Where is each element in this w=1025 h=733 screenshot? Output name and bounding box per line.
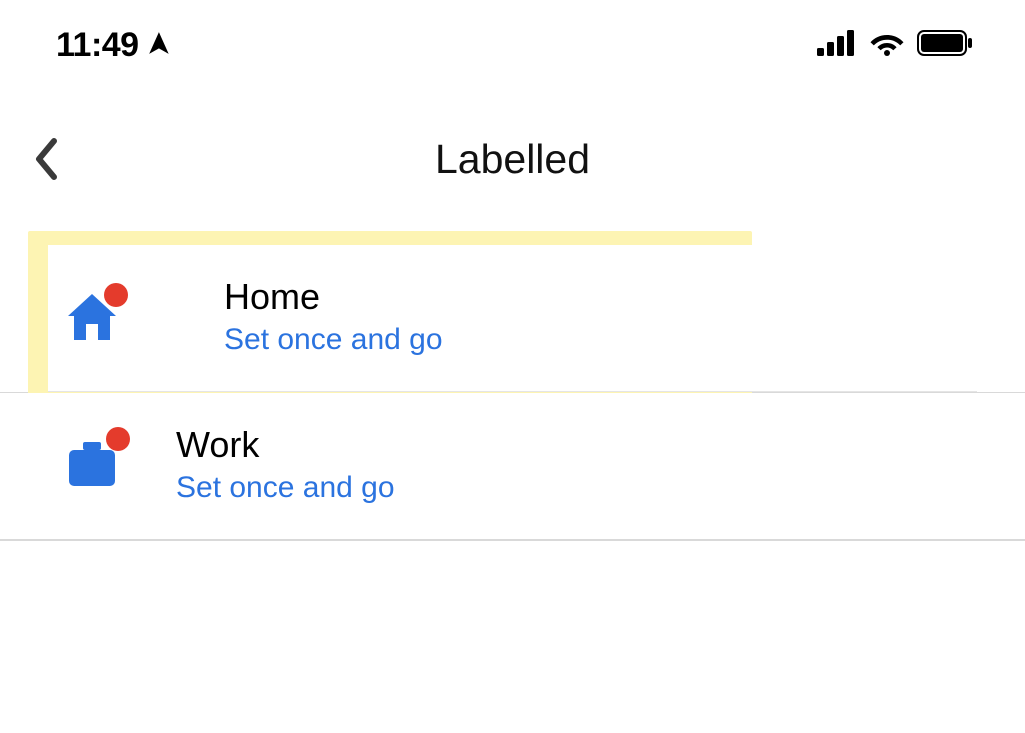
header: Labelled — [0, 131, 1025, 187]
wifi-icon — [869, 30, 905, 61]
row-icon-slot — [48, 289, 224, 345]
chevron-left-icon — [34, 138, 58, 180]
cellular-icon — [817, 30, 857, 61]
list-row-home-wrapper: Home Set once and go — [0, 245, 1025, 392]
row-title: Work — [176, 427, 395, 463]
page-title: Labelled — [435, 136, 590, 183]
home-icon — [64, 289, 120, 345]
row-separator — [0, 540, 1025, 541]
row-icon-slot — [0, 437, 176, 493]
battery-icon — [917, 30, 973, 61]
status-bar: 11:49 — [0, 0, 1025, 65]
row-text: Work Set once and go — [176, 427, 395, 503]
row-title: Home — [224, 279, 443, 315]
list-row-home[interactable]: Home Set once and go — [48, 245, 977, 392]
notification-dot-icon — [106, 427, 130, 451]
status-time: 11:49 — [56, 26, 139, 65]
list-row-work[interactable]: Work Set once and go — [0, 393, 1025, 540]
list-row-work-wrapper: Work Set once and go — [0, 393, 1025, 540]
labelled-list: Home Set once and go Work Set once and g… — [0, 245, 1025, 541]
back-button[interactable] — [34, 136, 80, 182]
row-subtitle[interactable]: Set once and go — [176, 473, 395, 503]
status-right — [817, 30, 973, 61]
briefcase-icon — [64, 437, 120, 493]
row-subtitle[interactable]: Set once and go — [224, 325, 443, 355]
location-icon — [147, 26, 173, 65]
notification-dot-icon — [104, 283, 128, 307]
status-left: 11:49 — [56, 26, 173, 65]
row-text: Home Set once and go — [224, 279, 443, 355]
